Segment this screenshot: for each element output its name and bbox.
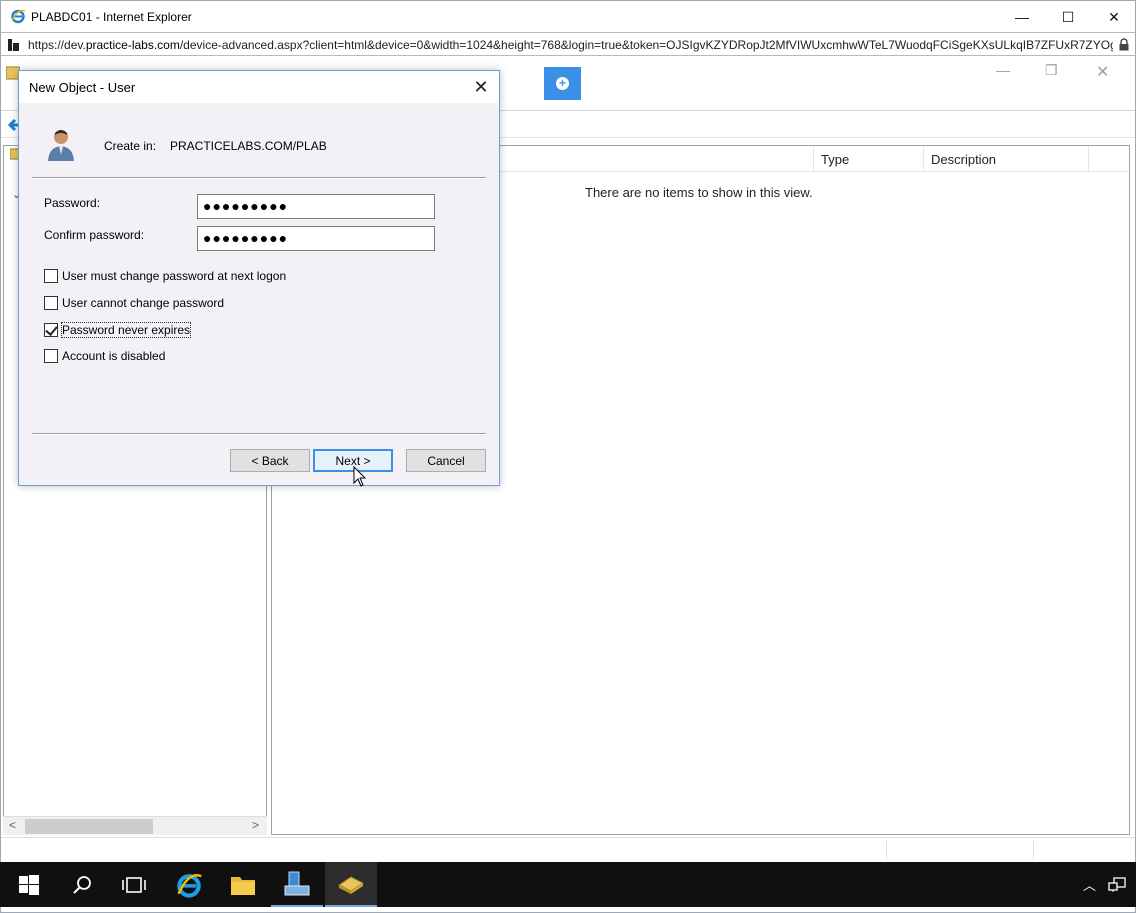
aduc-restore-icon[interactable]: ❐ xyxy=(1045,62,1058,79)
taskbar-server-manager[interactable] xyxy=(271,862,323,907)
checkbox-label[interactable]: User must change password at next logon xyxy=(62,269,286,283)
checkbox-label[interactable]: Account is disabled xyxy=(62,349,165,363)
password-field[interactable]: ●●●●●●●●● xyxy=(197,194,435,219)
column-separator[interactable] xyxy=(813,146,814,172)
password-never-expires-checkbox[interactable]: Password never expires xyxy=(44,322,192,338)
column-separator[interactable] xyxy=(1088,146,1089,172)
status-separator xyxy=(1033,841,1034,859)
cannot-change-password-checkbox[interactable]: User cannot change password xyxy=(44,295,224,311)
url-prefix: https://dev. xyxy=(28,38,86,52)
tree-horizontal-scrollbar[interactable]: < > xyxy=(3,816,267,835)
checkbox-box[interactable] xyxy=(44,349,58,363)
aduc-minimize-icon[interactable]: — xyxy=(996,62,1010,78)
taskbar-internet-explorer[interactable] xyxy=(163,862,215,907)
column-description[interactable]: Description xyxy=(931,152,996,167)
aduc-close-icon[interactable]: ✕ xyxy=(1096,62,1109,82)
site-favicon-icon xyxy=(8,39,19,51)
scroll-thumb[interactable] xyxy=(25,819,153,834)
url-text[interactable]: https://dev.practice-labs.com/device-adv… xyxy=(28,38,1113,52)
new-object-user-dialog: New Object - User ✕ Create in: PRACTICEL… xyxy=(18,70,500,486)
status-bar xyxy=(1,837,1135,862)
divider xyxy=(32,433,486,435)
system-tray: ︿ xyxy=(1083,875,1126,894)
create-in-value: PRACTICELABS.COM/PLAB xyxy=(170,139,327,153)
back-button[interactable]: < Back xyxy=(230,449,310,472)
mouse-cursor-icon xyxy=(353,466,367,487)
user-icon xyxy=(48,130,74,161)
start-button[interactable] xyxy=(3,862,55,907)
maximize-button[interactable]: ☐ xyxy=(1045,1,1091,33)
divider xyxy=(32,177,486,179)
status-separator xyxy=(886,841,887,859)
checkbox-box-checked[interactable] xyxy=(44,323,58,337)
lock-icon xyxy=(1119,38,1129,51)
address-bar[interactable]: https://dev.practice-labs.com/device-adv… xyxy=(0,32,1136,56)
browser-title: PLABDC01 - Internet Explorer xyxy=(31,10,192,24)
checkbox-box[interactable] xyxy=(44,296,58,310)
scroll-left-icon[interactable]: < xyxy=(9,818,16,832)
active-directory-icon xyxy=(338,875,364,894)
taskbar-active-directory[interactable] xyxy=(325,862,377,907)
search-button[interactable] xyxy=(56,862,108,907)
plus-icon: + xyxy=(556,77,569,90)
task-view-icon xyxy=(122,876,146,893)
file-explorer-icon xyxy=(231,876,255,895)
confirm-password-field[interactable]: ●●●●●●●●● xyxy=(197,226,435,251)
add-object-button[interactable]: + xyxy=(544,67,581,100)
chevron-up-icon[interactable]: ︿ xyxy=(1083,875,1096,894)
minimize-button[interactable]: — xyxy=(999,1,1045,33)
must-change-password-checkbox[interactable]: User must change password at next logon xyxy=(44,268,286,284)
column-type[interactable]: Type xyxy=(821,152,849,167)
create-in-label: Create in: xyxy=(104,139,157,153)
taskbar: ︿ xyxy=(0,862,1136,907)
close-button[interactable]: ✕ xyxy=(1091,1,1136,33)
browser-titlebar: PLABDC01 - Internet Explorer — ☐ ✕ xyxy=(0,0,1136,32)
account-disabled-checkbox[interactable]: Account is disabled xyxy=(44,348,165,364)
search-icon xyxy=(73,875,91,894)
dialog-body: Create in: PRACTICELABS.COM/PLAB Passwor… xyxy=(19,103,499,485)
internet-explorer-icon xyxy=(11,9,26,24)
start-icon xyxy=(19,874,39,895)
network-icon[interactable] xyxy=(1108,876,1126,893)
server-manager-icon xyxy=(284,871,310,895)
confirm-password-label: Confirm password: xyxy=(44,228,145,242)
dialog-title: New Object - User xyxy=(29,80,136,95)
checkbox-box[interactable] xyxy=(44,269,58,283)
scroll-right-icon[interactable]: > xyxy=(252,818,259,832)
task-view-button[interactable] xyxy=(108,862,160,907)
taskbar-file-explorer[interactable] xyxy=(217,862,269,907)
window-bottom-border xyxy=(0,907,1136,913)
dialog-close-button[interactable]: ✕ xyxy=(463,71,499,103)
internet-explorer-icon xyxy=(177,873,202,898)
password-label: Password: xyxy=(44,196,101,210)
checkbox-label[interactable]: User cannot change password xyxy=(62,296,224,310)
empty-list-message: There are no items to show in this view. xyxy=(585,185,813,200)
url-path: /device-advanced.aspx?client=html&device… xyxy=(179,38,1113,52)
cancel-button[interactable]: Cancel xyxy=(406,449,486,472)
dialog-titlebar: New Object - User ✕ xyxy=(19,71,499,103)
column-separator[interactable] xyxy=(923,146,924,172)
url-domain: practice-labs.com xyxy=(85,38,180,52)
checkbox-label[interactable]: Password never expires xyxy=(60,322,192,338)
